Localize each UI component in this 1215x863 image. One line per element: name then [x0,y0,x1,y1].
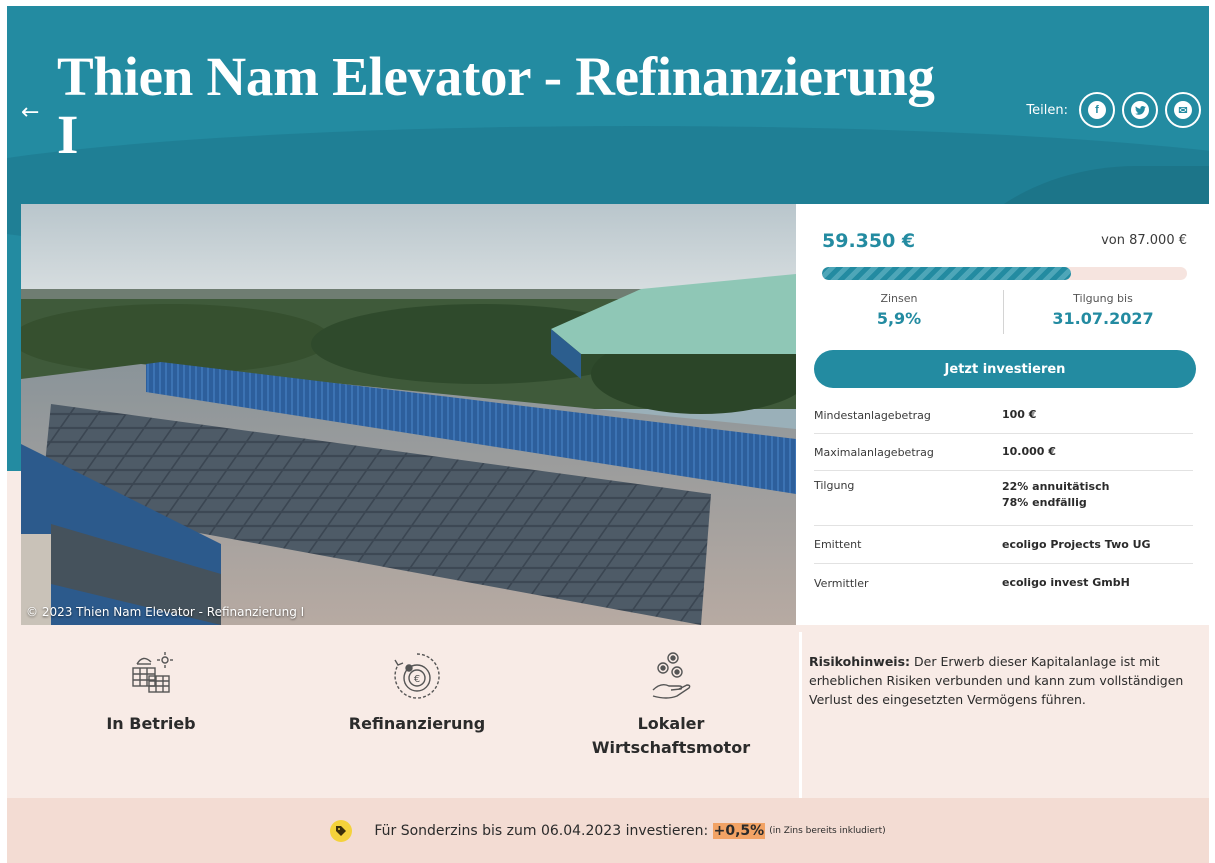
interest-stat: Zinsen 5,9% [804,292,994,328]
solar-panel-icon [132,652,173,693]
coins-hand-icon [652,652,691,699]
promo-note: (in Zins bereits inkludiert) [769,825,886,836]
page-title: Thien Nam Elevator - Refinanzierung I [57,46,935,165]
risk-notice: Risikohinweis: Der Erwerb dieser Kapital… [799,632,1209,798]
special-interest-banner: Für Sonderzins bis zum 06.04.2023 invest… [7,798,1209,863]
risk-text: Risikohinweis: Der Erwerb dieser Kapital… [809,652,1199,709]
fact-row: Vermittler ecoligo invest GmbH [814,564,1193,602]
arrow-left-icon[interactable]: ← [21,100,39,125]
page: ← Thien Nam Elevator - Refinanzierung I … [7,6,1209,863]
facts-table: Mindestanlagebetrag 100 € Maximalanlageb… [814,397,1193,602]
fact-row: Tilgung 22% annuitätisch 78% endfällig [814,471,1193,526]
fact-value: 22% annuitätisch 78% endfällig [1002,479,1193,511]
funding-goal: von 87.000 € [1101,233,1187,248]
fact-key: Tilgung [814,479,855,492]
fact-value: ecoligo Projects Two UG [1002,537,1151,551]
fact-row: Mindestanlagebetrag 100 € [814,397,1193,434]
email-share-button[interactable]: ✉ [1165,92,1201,128]
risk-title: Risikohinweis: [809,654,911,669]
feature-label: Refinanzierung [348,714,486,733]
fact-key: Mindestanlagebetrag [814,408,931,422]
funding-progress-fill [822,267,1071,280]
email-icon: ✉ [1174,101,1192,119]
repayment-stat: Tilgung bis 31.07.2027 [1008,292,1198,328]
interest-value: 5,9% [876,309,922,328]
share-label: Teilen: [1026,102,1068,118]
feature-list: In Betrieb € Refinanzierung Lokaler Wirt… [21,632,796,798]
invest-now-button[interactable]: Jetzt investieren [814,350,1196,388]
facebook-share-button[interactable]: f [1079,92,1115,128]
feature-label: In Betrieb [106,714,196,733]
promo-message: Für Sonderzins bis zum 06.04.2023 invest… [374,822,713,839]
svg-text:€: € [414,674,420,685]
fact-key: Vermittler [814,576,869,590]
stat-divider [1003,290,1004,334]
fact-key: Maximalanlagebetrag [814,445,934,459]
share-bar: Teilen: f ✉ [1026,92,1201,128]
investment-panel: 59.350 € von 87.000 € Zinsen 5,9% Tilgun… [796,204,1209,625]
funded-amount: 59.350 € [822,230,916,252]
fact-value-line: 22% annuitätisch [1002,480,1110,493]
fact-value-line: 78% endfällig [1002,496,1087,509]
feature-item: Lokaler Wirtschaftsmotor [571,632,771,760]
fact-row: Emittent ecoligo Projects Two UG [814,526,1193,564]
feature-label: Lokaler Wirtschaftsmotor [591,714,751,757]
project-photo: © 2023 Thien Nam Elevator - Refinanzieru… [21,204,796,625]
feature-item: € Refinanzierung [317,632,517,736]
twitter-share-button[interactable] [1122,92,1158,128]
twitter-icon [1131,101,1149,119]
repayment-value: 31.07.2027 [1052,309,1154,328]
repayment-label: Tilgung bis [1073,292,1133,305]
facebook-icon: f [1088,101,1106,119]
fact-value: ecoligo invest GmbH [1002,576,1130,589]
fact-row: Maximalanlagebetrag 10.000 € [814,434,1193,471]
promo-text: Für Sonderzins bis zum 06.04.2023 invest… [374,822,766,839]
promo-bonus: +0,5% [712,822,766,839]
rooftop-solar-image [21,204,796,625]
funding-progress-bar [822,267,1187,280]
feature-item: In Betrieb [51,632,251,736]
fact-key: Emittent [814,538,862,551]
tag-icon [330,819,353,842]
fact-value: 100 € [1002,408,1037,421]
interest-label: Zinsen [880,292,918,305]
photo-caption: © 2023 Thien Nam Elevator - Refinanzieru… [26,605,305,619]
fact-value: 10.000 € [1002,445,1056,458]
refinance-coin-icon: € [394,653,440,699]
